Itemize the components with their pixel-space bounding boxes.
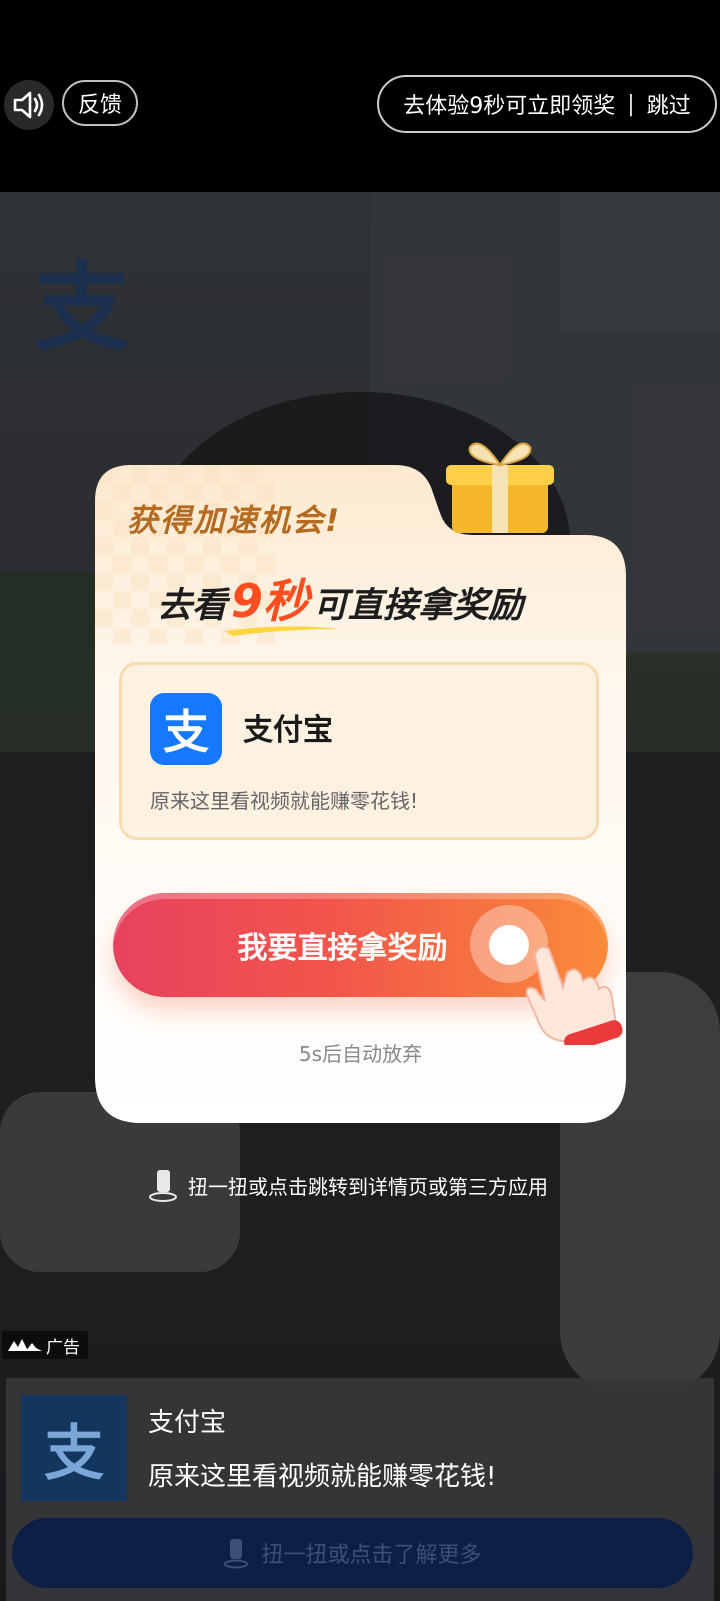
headline-highlight-text: 9秒	[231, 574, 310, 628]
claim-reward-label: 我要直接拿奖励	[237, 931, 448, 966]
pointing-hand-icon	[525, 946, 623, 1045]
app-name: 支付宝	[243, 713, 333, 748]
reward-modal: 获得加速机会! 去看 9秒 可直接拿奖励 支 支付宝 原来这里看视频就能赚零花钱…	[95, 442, 626, 1123]
headline-highlight: 9秒	[225, 565, 342, 636]
bottom-app-logo: 支	[21, 1395, 127, 1501]
feedback-button[interactable]: 反馈	[62, 80, 138, 126]
gift-icon	[446, 442, 554, 533]
alipay-app-icon: 支	[150, 693, 222, 765]
shake-hint-text: 扭一扭或点击跳转到详情页或第三方应用	[188, 1174, 548, 1199]
auto-dismiss-countdown: 5s后自动放弃	[298, 1042, 423, 1066]
modal-headline: 去看 9秒 可直接拿奖励	[157, 565, 524, 636]
bottom-app-description: 原来这里看视频就能赚零花钱!	[148, 1462, 497, 1492]
modal-title: 获得加速机会!	[127, 503, 342, 539]
bottom-ad-card[interactable]: 支 支付宝 原来这里看视频就能赚零花钱! 扭一扭或点击了解更多	[6, 1378, 714, 1601]
skip-prompt: 去体验9秒可立即领奖	[403, 94, 616, 119]
skip-separator: |	[627, 91, 635, 117]
headline-prefix: 去看	[157, 586, 228, 626]
ad-network-icon	[8, 1339, 42, 1351]
ad-label-text: 广告	[46, 1337, 80, 1358]
phone-shake-icon	[149, 1170, 177, 1202]
shake-hint: 扭一扭或点击跳转到详情页或第三方应用	[148, 1168, 548, 1202]
app-description: 原来这里看视频就能赚零花钱!	[150, 789, 419, 813]
bottom-app-name: 支付宝	[148, 1408, 227, 1438]
ad-label: 广告	[2, 1331, 88, 1359]
headline-suffix: 可直接拿奖励	[313, 586, 524, 626]
learn-more-button[interactable]: 扭一扭或点击了解更多	[12, 1518, 693, 1588]
sound-toggle-button[interactable]	[4, 80, 54, 130]
phone-shake-icon	[224, 1539, 249, 1569]
app-card[interactable]: 支 支付宝 原来这里看视频就能赚零花钱!	[119, 662, 599, 840]
learn-more-label: 扭一扭或点击了解更多	[261, 1543, 482, 1568]
skip-button[interactable]: 去体验9秒可立即领奖 | 跳过	[377, 75, 717, 133]
skip-label: 跳过	[646, 94, 691, 119]
speaker-icon	[13, 91, 44, 119]
top-bar: 反馈 去体验9秒可立即领奖 | 跳过	[0, 0, 720, 192]
